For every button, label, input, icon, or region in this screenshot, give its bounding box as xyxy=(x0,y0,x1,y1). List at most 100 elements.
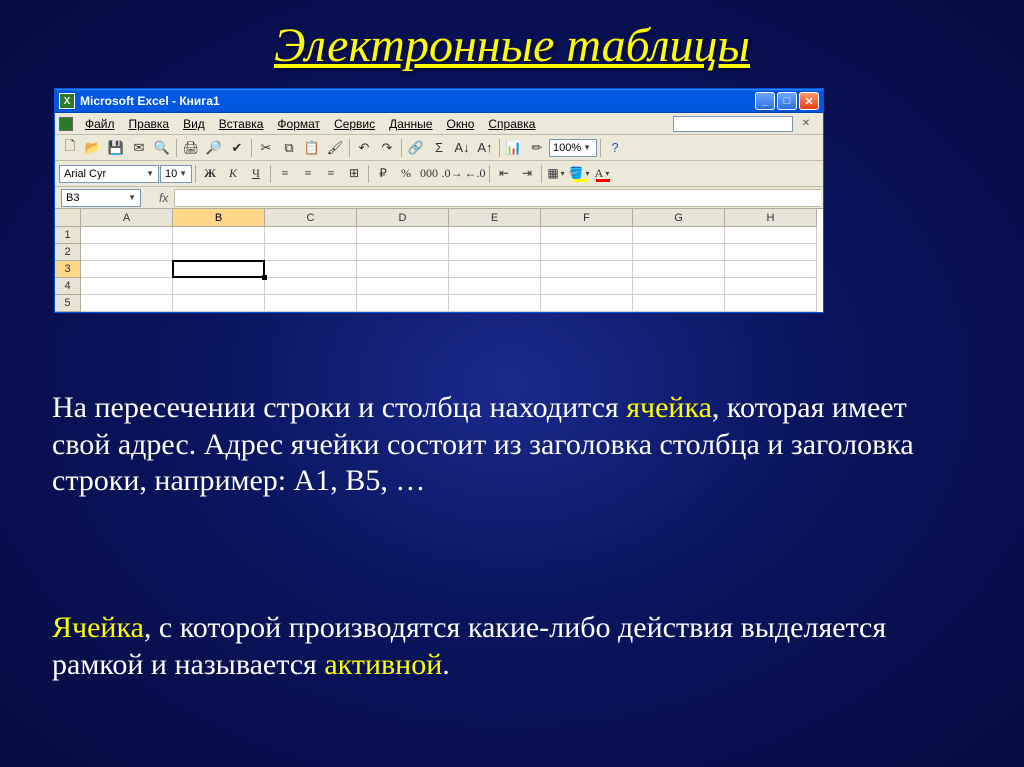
highlight-active: активной xyxy=(324,648,442,681)
fill-handle[interactable] xyxy=(262,275,267,280)
row-headers: 1 2 3 4 5 xyxy=(55,227,81,312)
print-preview-icon[interactable]: 🔎 xyxy=(203,137,225,159)
menu-data[interactable]: Данные xyxy=(383,115,438,133)
separator xyxy=(499,139,500,157)
menu-view[interactable]: Вид xyxy=(177,115,211,133)
row-header-3[interactable]: 3 xyxy=(55,261,81,278)
paragraph-2: Ячейка, с которой производятся какие-либ… xyxy=(52,610,972,683)
autosum-icon[interactable]: Σ xyxy=(428,137,450,159)
select-all-corner[interactable] xyxy=(55,209,81,227)
menubar: Файл Правка Вид Вставка Формат Сервис Да… xyxy=(55,113,823,135)
window-title: Microsoft Excel - Книга1 xyxy=(80,94,755,108)
standard-toolbar: 🗋 📂 💾 ✉ 🔍 🖨 🔎 ✔ ✂ ⧉ 📋 🖌 ↶ ↷ 🔗 Σ A↓ A↑ 📊 … xyxy=(55,135,823,161)
copy-icon[interactable]: ⧉ xyxy=(278,137,300,159)
align-left-icon[interactable]: ≡ xyxy=(274,163,296,185)
spelling-icon[interactable]: ✔ xyxy=(226,137,248,159)
undo-icon[interactable]: ↶ xyxy=(353,137,375,159)
paste-icon[interactable]: 📋 xyxy=(301,137,323,159)
separator xyxy=(270,165,271,183)
mail-icon[interactable]: ✉ xyxy=(128,137,150,159)
ask-question-box[interactable] xyxy=(673,116,793,132)
row-header-5[interactable]: 5 xyxy=(55,295,81,312)
search-icon[interactable]: 🔍 xyxy=(151,137,173,159)
row-header-4[interactable]: 4 xyxy=(55,278,81,295)
percent-icon[interactable]: % xyxy=(395,163,417,185)
close-button[interactable]: ✕ xyxy=(799,92,819,110)
menu-window[interactable]: Окно xyxy=(440,115,480,133)
menu-tools[interactable]: Сервис xyxy=(328,115,381,133)
comma-icon[interactable]: 000 xyxy=(418,163,440,185)
col-header-c[interactable]: C xyxy=(265,209,357,227)
print-icon[interactable]: 🖨 xyxy=(180,137,202,159)
help-icon[interactable]: ? xyxy=(604,137,626,159)
row-header-1[interactable]: 1 xyxy=(55,227,81,244)
menu-edit[interactable]: Правка xyxy=(123,115,176,133)
col-header-d[interactable]: D xyxy=(357,209,449,227)
decrease-decimal-icon[interactable]: ←.0 xyxy=(464,163,486,185)
formula-input[interactable] xyxy=(174,189,821,207)
font-size-combo[interactable]: 10▼ xyxy=(160,165,192,183)
slide-title: Электронные таблицы xyxy=(0,0,1024,73)
save-icon[interactable]: 💾 xyxy=(105,137,127,159)
underline-button[interactable]: Ч xyxy=(245,163,267,185)
menu-file[interactable]: Файл xyxy=(79,115,121,133)
open-icon[interactable]: 📂 xyxy=(82,137,104,159)
workbook-close-icon[interactable]: ✕ xyxy=(799,117,813,131)
bold-button[interactable]: Ж xyxy=(199,163,221,185)
col-header-b[interactable]: B xyxy=(173,209,265,227)
font-name-combo[interactable]: Arial Cyr▼ xyxy=(59,165,159,183)
menu-format[interactable]: Формат xyxy=(271,115,326,133)
borders-icon[interactable]: ▦▾ xyxy=(545,163,567,185)
separator xyxy=(195,165,196,183)
chart-wizard-icon[interactable]: 📊 xyxy=(503,137,525,159)
col-header-h[interactable]: H xyxy=(725,209,817,227)
fx-icon[interactable]: fx xyxy=(159,191,168,205)
col-header-g[interactable]: G xyxy=(633,209,725,227)
fill-color-icon[interactable]: 🪣▾ xyxy=(568,163,590,185)
separator xyxy=(600,139,601,157)
align-center-icon[interactable]: ≡ xyxy=(297,163,319,185)
formatting-toolbar: Arial Cyr▼ 10▼ Ж К Ч ≡ ≡ ≡ ⊞ ₽ % 000 .0→… xyxy=(55,161,823,187)
cells-area[interactable] xyxy=(81,227,817,312)
menu-insert[interactable]: Вставка xyxy=(213,115,270,133)
zoom-combo[interactable]: 100%▼ xyxy=(549,139,597,157)
redo-icon[interactable]: ↷ xyxy=(376,137,398,159)
format-painter-icon[interactable]: 🖌 xyxy=(324,137,346,159)
increase-indent-icon[interactable]: ⇥ xyxy=(516,163,538,185)
cut-icon[interactable]: ✂ xyxy=(255,137,277,159)
col-header-e[interactable]: E xyxy=(449,209,541,227)
paragraph-1: На пересечении строки и столбца находитс… xyxy=(52,390,972,500)
name-box[interactable]: B3▼ xyxy=(61,189,141,207)
drawing-icon[interactable]: ✏ xyxy=(526,137,548,159)
separator xyxy=(251,139,252,157)
sort-desc-icon[interactable]: A↑ xyxy=(474,137,496,159)
excel-app-icon: X xyxy=(59,93,75,109)
font-color-icon[interactable]: A▾ xyxy=(591,163,613,185)
separator xyxy=(349,139,350,157)
separator xyxy=(401,139,402,157)
currency-icon[interactable]: ₽ xyxy=(372,163,394,185)
row-header-2[interactable]: 2 xyxy=(55,244,81,261)
separator xyxy=(489,165,490,183)
hyperlink-icon[interactable]: 🔗 xyxy=(405,137,427,159)
col-header-f[interactable]: F xyxy=(541,209,633,227)
decrease-indent-icon[interactable]: ⇤ xyxy=(493,163,515,185)
menu-help[interactable]: Справка xyxy=(482,115,541,133)
col-header-a[interactable]: A xyxy=(81,209,173,227)
new-icon[interactable]: 🗋 xyxy=(59,137,81,159)
increase-decimal-icon[interactable]: .0→ xyxy=(441,163,463,185)
sort-asc-icon[interactable]: A↓ xyxy=(451,137,473,159)
highlight-cell-2: Ячейка xyxy=(52,611,144,644)
titlebar[interactable]: X Microsoft Excel - Книга1 _ □ ✕ xyxy=(55,89,823,113)
italic-button[interactable]: К xyxy=(222,163,244,185)
column-headers: A B C D E F G H xyxy=(81,209,817,227)
active-cell-b3[interactable] xyxy=(172,260,265,278)
workbook-icon xyxy=(59,117,73,131)
align-right-icon[interactable]: ≡ xyxy=(320,163,342,185)
minimize-button[interactable]: _ xyxy=(755,92,775,110)
formula-bar: B3▼ fx xyxy=(55,187,823,209)
separator xyxy=(176,139,177,157)
worksheet-grid: A B C D E F G H 1 2 3 4 5 xyxy=(55,209,823,312)
merge-center-icon[interactable]: ⊞ xyxy=(343,163,365,185)
maximize-button[interactable]: □ xyxy=(777,92,797,110)
